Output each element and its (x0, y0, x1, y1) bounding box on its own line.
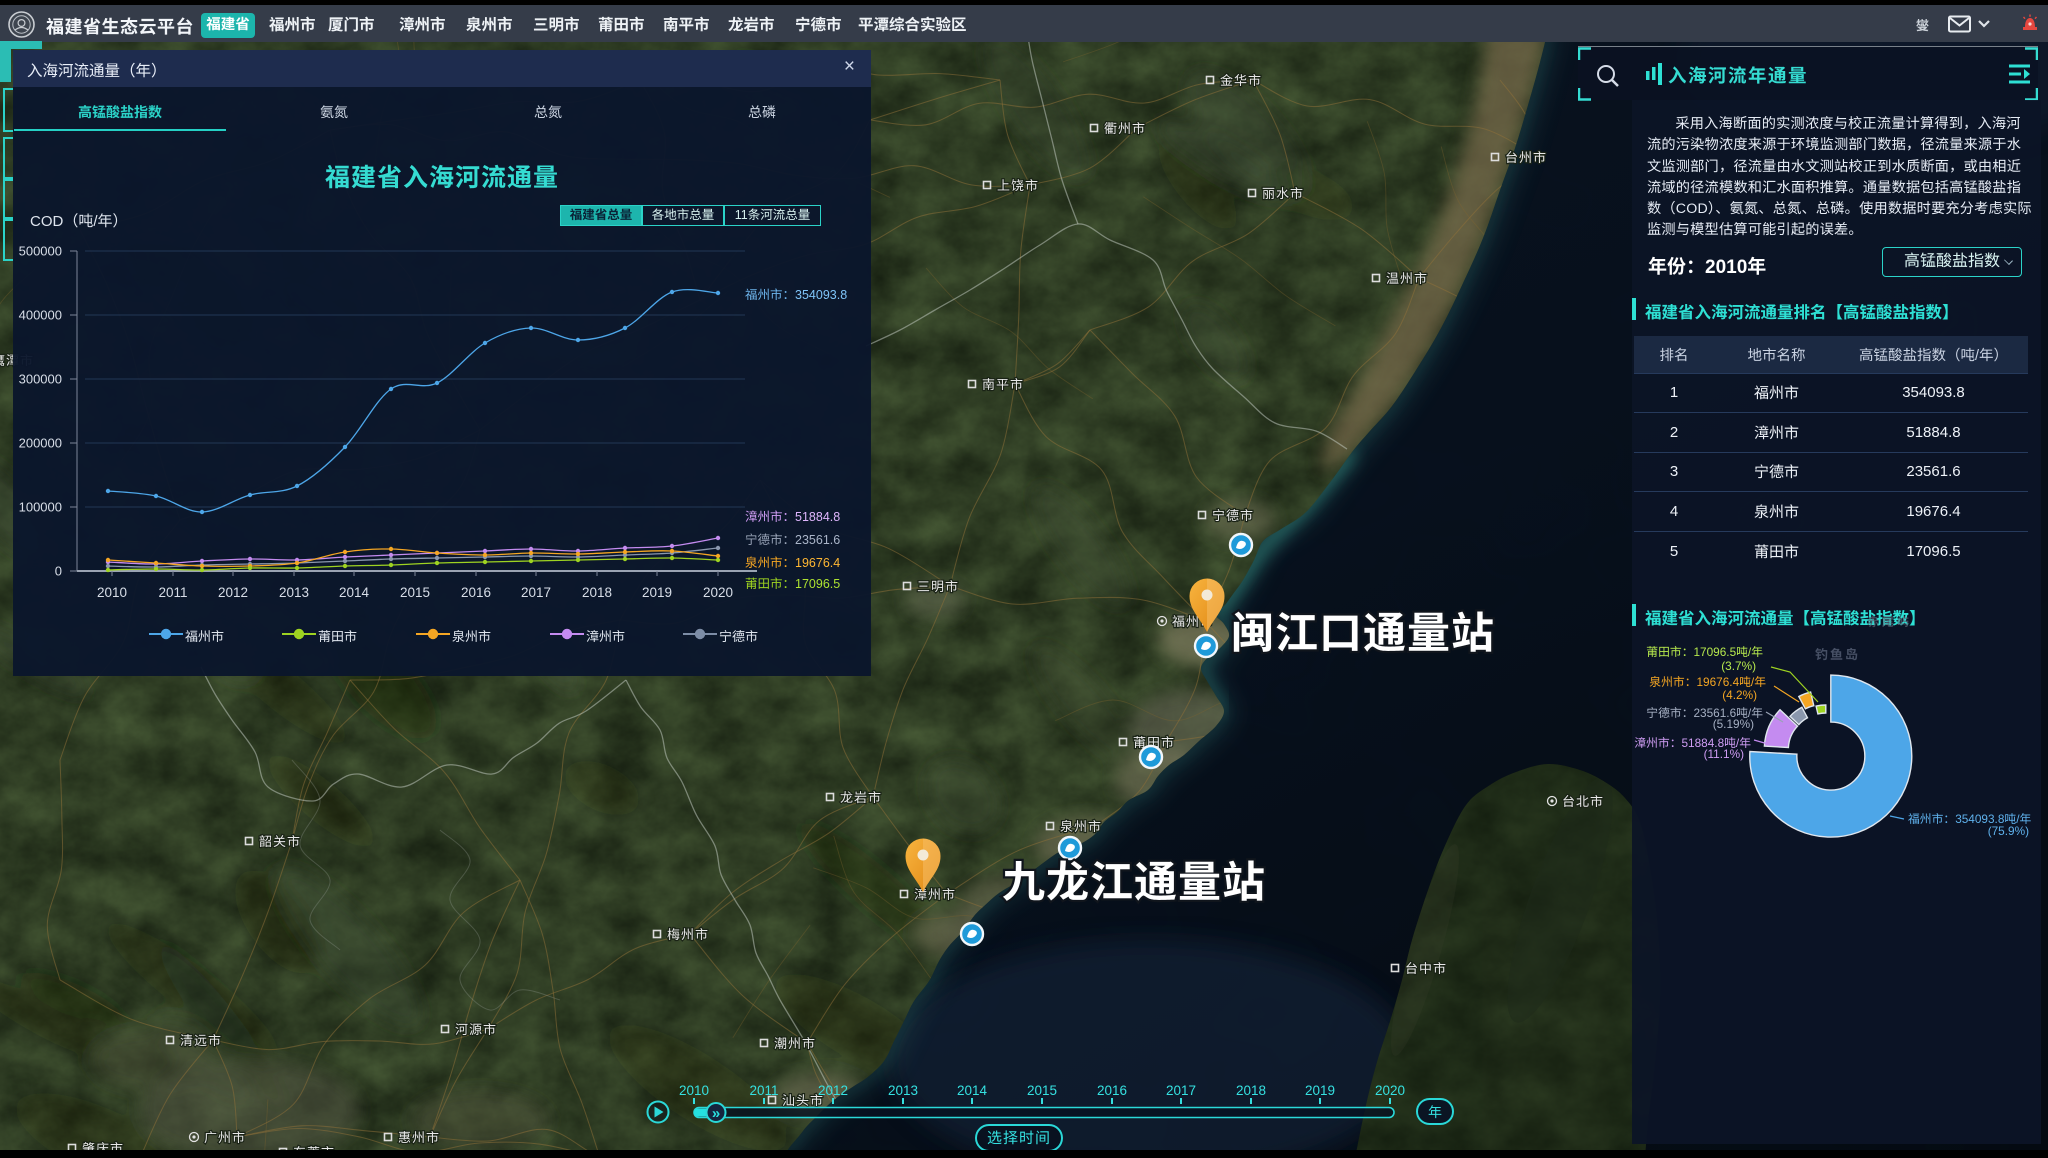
svg-text:2016: 2016 (461, 585, 491, 600)
svg-text:2012: 2012 (218, 585, 248, 600)
svg-text:宁德市: 宁德市 (1212, 508, 1254, 523)
svg-text:金华市: 金华市 (1220, 73, 1262, 88)
svg-text:2010: 2010 (97, 585, 127, 600)
svg-text:丽水市: 丽水市 (1262, 186, 1304, 201)
svg-text:清远市: 清远市 (180, 1033, 222, 1048)
svg-text:广州市: 广州市 (204, 1130, 246, 1145)
svg-text:2013: 2013 (279, 585, 309, 600)
svg-text:500000: 500000 (19, 244, 62, 259)
svg-text:闽江口通量站: 闽江口通量站 (1231, 610, 1495, 658)
svg-text:台北市: 台北市 (1562, 794, 1604, 809)
svg-text:2011: 2011 (158, 585, 187, 600)
svg-text:漳州市: 漳州市 (914, 887, 956, 902)
svg-text:汕头市: 汕头市 (782, 1093, 824, 1108)
svg-text:泉州市: 泉州市 (1060, 819, 1102, 834)
svg-text:200000: 200000 (19, 436, 62, 451)
svg-text:2020: 2020 (703, 585, 733, 600)
svg-text:100000: 100000 (19, 500, 62, 515)
svg-text:衢州市: 衢州市 (1104, 121, 1146, 136)
svg-text:梅州市: 梅州市 (667, 927, 709, 942)
svg-text:三明市: 三明市 (917, 579, 959, 594)
svg-text:400000: 400000 (19, 308, 62, 323)
svg-text:2015: 2015 (400, 585, 430, 600)
svg-text:台中市: 台中市 (1405, 961, 1447, 976)
svg-text:九龙江通量站: 九龙江通量站 (1002, 859, 1266, 907)
svg-text:2017: 2017 (521, 585, 551, 600)
svg-text:300000: 300000 (19, 372, 62, 387)
svg-text:龙岩市: 龙岩市 (840, 790, 882, 805)
svg-text:河源市: 河源市 (455, 1022, 497, 1037)
svg-text:台州市: 台州市 (1505, 150, 1547, 165)
svg-text:温州市: 温州市 (1386, 271, 1428, 286)
svg-text:惠州市: 惠州市 (398, 1130, 440, 1145)
svg-text:韶关市: 韶关市 (259, 834, 301, 849)
svg-text:上饶市: 上饶市 (997, 178, 1039, 193)
svg-text:2019: 2019 (642, 585, 672, 600)
svg-text:南平市: 南平市 (982, 377, 1024, 392)
svg-text:0: 0 (55, 564, 62, 579)
svg-text:潮州市: 潮州市 (774, 1036, 816, 1051)
svg-text:2014: 2014 (339, 585, 370, 600)
svg-text:2018: 2018 (582, 585, 612, 600)
